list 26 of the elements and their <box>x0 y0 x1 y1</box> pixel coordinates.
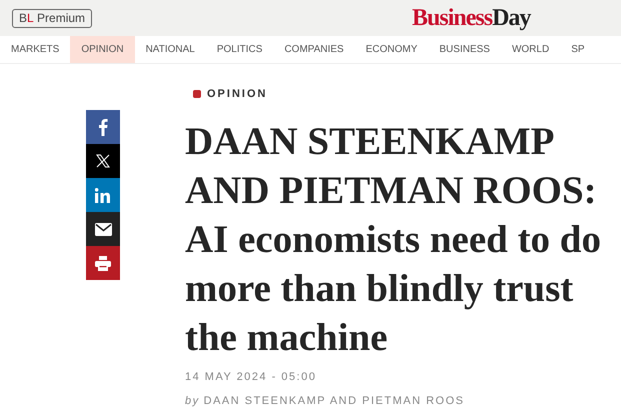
bullet-icon <box>193 90 201 98</box>
nav-tab[interactable]: ECONOMY <box>354 36 428 63</box>
nav-tab[interactable]: SP <box>560 36 596 63</box>
nav-tab[interactable]: COMPANIES <box>273 36 355 63</box>
nav-tab[interactable]: POLITICS <box>206 36 274 63</box>
nav-tab[interactable]: BUSINESS <box>428 36 501 63</box>
share-button[interactable] <box>86 110 120 144</box>
section-label[interactable]: OPINION <box>207 86 268 102</box>
nav-tab[interactable]: OPINION <box>70 36 135 63</box>
headline: DAAN STEENKAMP AND PIETMAN ROOS: AI economists need to do more than blindly trust the machine <box>185 118 602 360</box>
linkedin-icon <box>95 188 111 202</box>
premium-button[interactable]: BL Premium <box>12 8 92 28</box>
nav-tab[interactable]: MARKETS <box>0 36 70 63</box>
byline[interactable]: DAAN STEENKAMP AND PIETMAN ROOS <box>204 393 464 410</box>
byline-prefix: by <box>185 394 200 409</box>
nav-tab[interactable]: NATIONAL <box>134 36 206 63</box>
x-logo-icon <box>96 154 110 168</box>
share-button[interactable] <box>86 212 120 246</box>
logo[interactable]: BusinessDay <box>412 6 530 30</box>
share-button[interactable] <box>86 246 120 280</box>
printer-icon <box>95 256 111 270</box>
nav-tab[interactable]: WORLD <box>500 36 560 63</box>
envelope-icon <box>94 222 112 236</box>
publish-date: 14 MAY 2024 - 05:00 <box>185 370 318 384</box>
facebook-icon <box>98 118 108 136</box>
share-button[interactable] <box>86 144 120 178</box>
